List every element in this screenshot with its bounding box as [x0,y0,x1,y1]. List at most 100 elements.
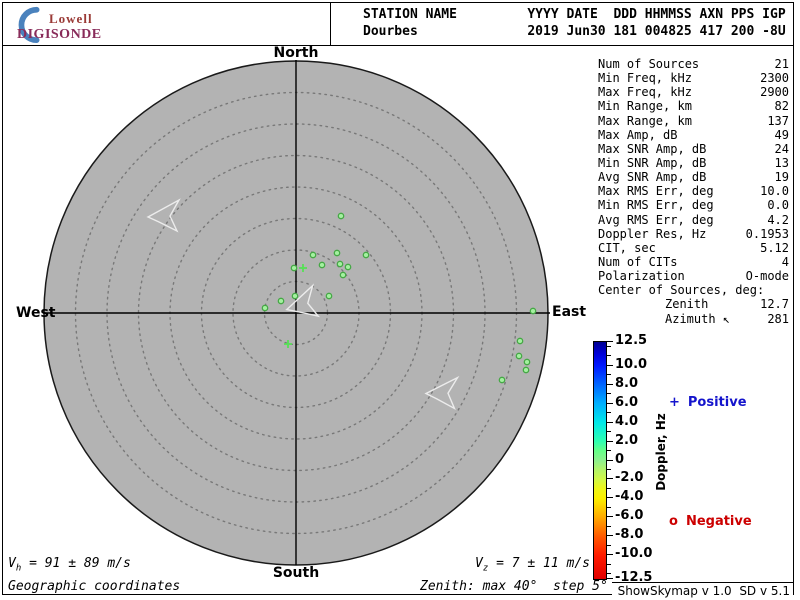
stat-label: Max Amp, dB [598,128,677,142]
stat-value: 21 [775,57,789,71]
source-point [523,367,528,372]
source-point [517,338,522,343]
stat-value: 49 [775,128,789,142]
stat-row: Min Range, km 82 [598,99,789,113]
stat-row: Zenith12.7 [598,297,789,311]
stat-value: 19 [775,170,789,184]
colorbar-tick-label: 0 [615,452,624,468]
colorbar-axis-label: Doppler, Hz [654,413,668,491]
stat-row: Max Range, km 137 [598,114,789,128]
stat-row: Num of Sources21 [598,57,789,71]
stat-row: Doppler Res, Hz0.1953 [598,227,789,241]
colorbar-tick-label: -4.0 [615,489,643,505]
source-point [345,264,350,269]
stat-value: 12.7 [760,297,789,311]
stat-value: O-mode [746,269,789,283]
colorbar-major-tick [606,341,613,342]
colorbar-major-tick [606,365,613,366]
plus-symbol-icon: + [669,395,680,410]
colorbar-tick-label: 2.0 [615,433,638,449]
stat-label: Center of Sources, deg: [598,283,764,297]
stat-label: Azimuth ↖ [598,312,730,326]
stat-label: Max Freq, kHz [598,85,692,99]
colorbar-minor-tick [606,412,611,413]
stat-row: Max Freq, kHz 2900 [598,85,789,99]
source-point [292,293,297,298]
colorbar-minor-tick [606,450,611,451]
showskymap-window: Lowell DIGISONDE STATION NAME YYYY DATE … [0,0,800,600]
vertical-velocity-label: Vz = 7 ± 11 m/s [475,556,590,574]
colorbar-minor-tick [606,488,611,489]
colorbar-tick-label: -6.0 [615,508,643,524]
source-point [278,298,283,303]
source-point [524,359,529,364]
colorbar-minor-tick [606,526,611,527]
colorbar-minor-tick [606,573,611,574]
stat-value: 281 [767,312,789,326]
stat-row: Min Freq, kHz 2300 [598,71,789,85]
circle-symbol-icon: o [669,514,678,529]
compass-west-label: West [16,305,55,321]
stat-label: Min Freq, kHz [598,71,692,85]
colorbar-tick-label: -2.0 [615,470,643,486]
stat-row: Center of Sources, deg: [598,283,789,297]
stat-value: 2900 [760,85,789,99]
version-label: ShowSkymap v 1.0 SD v 5.1 [612,582,793,600]
stat-row: Max Amp, dB 49 [598,128,789,142]
colorbar-tick-label: 4.0 [615,414,638,430]
colorbar-minor-tick [606,355,611,356]
colorbar-minor-tick [606,431,611,432]
stat-label: Max SNR Amp, dB [598,142,706,156]
zenith-scale-note: Zenith: max 40° step 5° [420,579,608,594]
stat-value: 0.0 [767,198,789,212]
source-point [363,252,368,257]
colorbar-major-tick [606,497,613,498]
stat-value: 137 [767,114,789,128]
stat-label: Max Range, km [598,114,692,128]
stat-value: 24 [775,142,789,156]
stat-row: Max RMS Err, deg10.0 [598,184,789,198]
source-point [499,377,504,382]
colorbar-tick-label: 6.0 [615,395,638,411]
stat-row: Num of CITs4 [598,255,789,269]
stat-label: Num of CITs [598,255,677,269]
source-point [334,250,339,255]
stat-row: Polarization O-mode [598,269,789,283]
compass-east-label: East [552,304,586,320]
source-point [326,293,331,298]
stat-label: CIT, sec [598,241,656,255]
colorbar-tick-label: 8.0 [615,376,638,392]
source-point [310,252,315,257]
legend-negative: o Negative [669,514,752,529]
colorbar-minor-tick [606,545,611,546]
source-point [337,261,342,266]
stat-value: 2300 [760,71,789,85]
stat-value: 10.0 [760,184,789,198]
colorbar-major-tick [606,422,613,423]
stat-label: Min Range, km [598,99,692,113]
colorbar-major-tick [606,384,613,385]
source-point [262,305,267,310]
legend-positive-label: Positive [688,395,747,410]
source-point [291,265,296,270]
stat-value: 82 [775,99,789,113]
stat-value: 5.12 [760,241,789,255]
stat-label: Polarization [598,269,685,283]
stat-label: Min RMS Err, deg [598,198,714,212]
colorbar-minor-tick [606,374,611,375]
colorbar-major-tick [606,554,613,555]
stat-row: Min SNR Amp, dB13 [598,156,789,170]
colorbar-tick-label: -10.0 [615,546,652,562]
colorbar-minor-tick [606,346,611,347]
source-point [338,213,343,218]
colorbar-major-tick [606,535,613,536]
stat-value: 0.1953 [746,227,789,241]
stat-label: Min SNR Amp, dB [598,156,706,170]
source-point [516,353,521,358]
colorbar-minor-tick [606,564,611,565]
coordinates-label: Geographic coordinates [8,579,180,594]
stat-label: Avg SNR Amp, dB [598,170,706,184]
stat-row: Avg SNR Amp, dB 19 [598,170,789,184]
stats-panel: Num of Sources21Min Freq, kHz2300Max Fre… [598,57,789,326]
stat-row: Max SNR Amp, dB 24 [598,142,789,156]
